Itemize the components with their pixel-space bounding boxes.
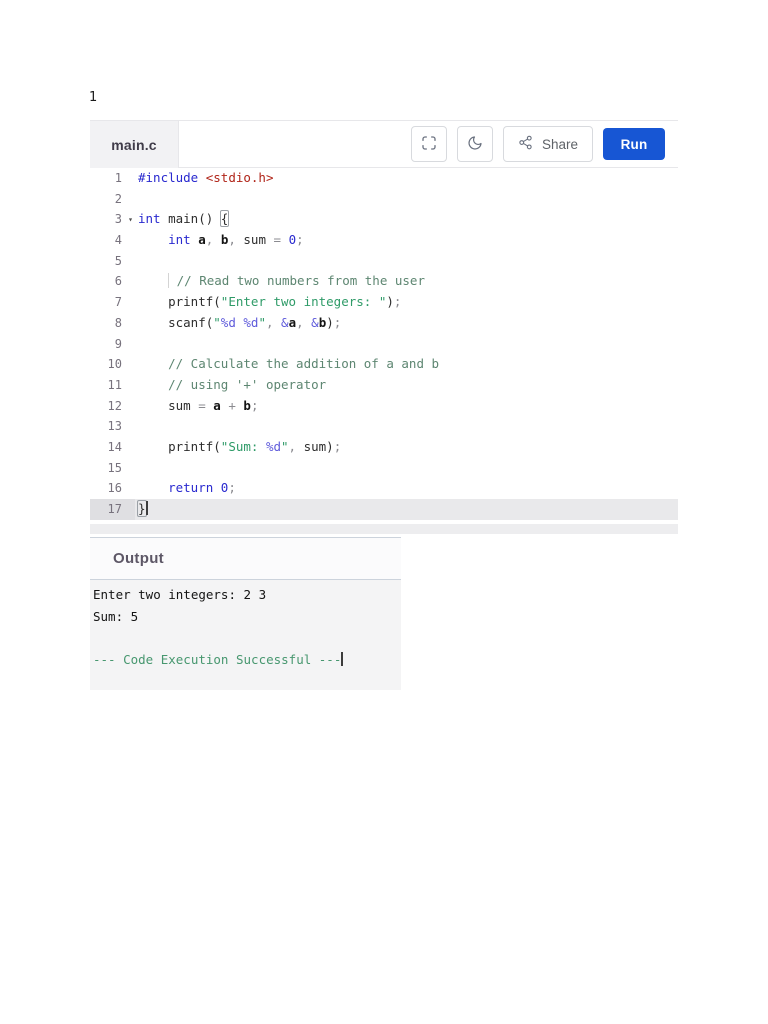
code-line-content: return 0;	[168, 480, 236, 496]
tab-main-c[interactable]: main.c	[90, 121, 178, 168]
code-line-content: printf("Enter two integers: ");	[138, 294, 402, 310]
code-line: 14 printf("Sum: %d", sum);	[90, 437, 678, 458]
output-panel-header: Output	[90, 537, 401, 580]
line-number: 3 ▾	[90, 209, 135, 230]
ide-widget: main.c Share Run 1 #include <stdio.h> 2 …	[90, 120, 678, 534]
execution-status-line: --- Code Execution Successful ---	[93, 651, 344, 667]
code-line-content: // Calculate the addition of a and b	[168, 356, 440, 372]
document-page: 1 main.c Share Run 1 #include <stdio.h> …	[0, 0, 768, 1024]
code-editor[interactable]: 1 #include <stdio.h> 2 3 ▾ int main() {4 int …	[90, 168, 678, 520]
code-line: 9	[90, 334, 678, 355]
code-line: 1 #include <stdio.h>	[90, 168, 678, 189]
code-line-content	[135, 189, 678, 210]
code-lines: 1 #include <stdio.h> 2 3 ▾ int main() {4 int …	[90, 168, 678, 520]
line-number: 16	[107, 481, 122, 496]
line-number: 1	[114, 171, 122, 185]
code-line: 15	[90, 458, 678, 479]
code-line-content	[135, 251, 678, 272]
line-number: 8	[114, 315, 122, 330]
code-line: 16 return 0;	[90, 478, 678, 499]
toolbar-actions: Share Run	[178, 121, 678, 168]
code-line: 12 sum = a + b;	[90, 396, 678, 417]
fullscreen-icon	[421, 135, 437, 154]
line-number: 11	[107, 377, 122, 392]
code-line-content	[135, 416, 678, 437]
share-nodes-icon	[518, 135, 533, 153]
output-line: Sum: 5	[93, 608, 139, 624]
code-line-content: }	[137, 500, 148, 517]
editor-scrollbar-track[interactable]	[90, 523, 678, 534]
code-line: 4 int a, b, sum = 0;	[90, 230, 678, 251]
code-line-content: printf("Sum: %d", sum);	[138, 438, 342, 454]
moon-icon	[467, 135, 483, 154]
run-button[interactable]: Run	[603, 128, 665, 160]
fullscreen-button[interactable]	[410, 126, 447, 162]
code-line: 11 // using '+' operator	[90, 375, 678, 396]
console-cursor	[341, 651, 344, 666]
code-line-content: sum = a + b;	[138, 397, 259, 413]
code-line: 5	[90, 251, 678, 272]
editor-cursor	[145, 501, 148, 515]
line-number: 13	[107, 419, 122, 434]
code-line-content: #include <stdio.h>	[138, 170, 274, 185]
code-line: 6 // Read two numbers from the user	[90, 271, 678, 292]
fold-arrow-icon[interactable]: ▾	[128, 210, 133, 231]
line-number: 17	[90, 499, 135, 520]
code-line-content: int a, b, sum = 0;	[168, 232, 304, 248]
code-line-content: // using '+' operator	[168, 376, 327, 392]
code-line-content	[135, 458, 678, 479]
output-console[interactable]: Enter two integers: 2 3 Sum: 5 --- Code E…	[90, 580, 401, 690]
line-number: 2	[114, 191, 122, 206]
page-number: 1	[89, 90, 98, 105]
line-number: 6	[114, 274, 122, 289]
theme-toggle-button[interactable]	[456, 126, 493, 162]
code-line-content: int main() {	[138, 210, 230, 228]
tab-label: main.c	[111, 136, 157, 153]
ide-toolbar: main.c Share Run	[90, 120, 678, 168]
code-line: 3 ▾ int main() {	[90, 209, 678, 230]
code-line-content: scanf("%d %d", &a, &b);	[138, 314, 342, 330]
share-button[interactable]: Share	[502, 126, 593, 162]
line-number: 5	[114, 253, 122, 268]
share-button-label: Share	[541, 136, 578, 152]
code-line: 2	[90, 189, 678, 210]
line-number: 15	[107, 460, 122, 475]
line-number: 12	[107, 398, 122, 413]
code-line: 10 // Calculate the addition of a and b	[90, 354, 678, 375]
line-number: 10	[107, 357, 122, 372]
code-line: 7 printf("Enter two integers: ");	[90, 292, 678, 313]
code-line: 17}	[90, 499, 678, 520]
code-line: 13	[90, 416, 678, 437]
code-line-content	[135, 334, 678, 355]
output-title: Output	[113, 550, 164, 567]
line-number: 7	[114, 295, 122, 310]
line-number: 9	[114, 336, 122, 351]
output-panel: Output Enter two integers: 2 3 Sum: 5 ---…	[90, 537, 401, 690]
code-line: 8 scanf("%d %d", &a, &b);	[90, 313, 678, 334]
output-line: Enter two integers: 2 3	[93, 587, 267, 602]
code-line-content: // Read two numbers from the user	[135, 271, 678, 292]
line-number: 4	[114, 233, 122, 248]
line-number: 14	[107, 439, 122, 454]
